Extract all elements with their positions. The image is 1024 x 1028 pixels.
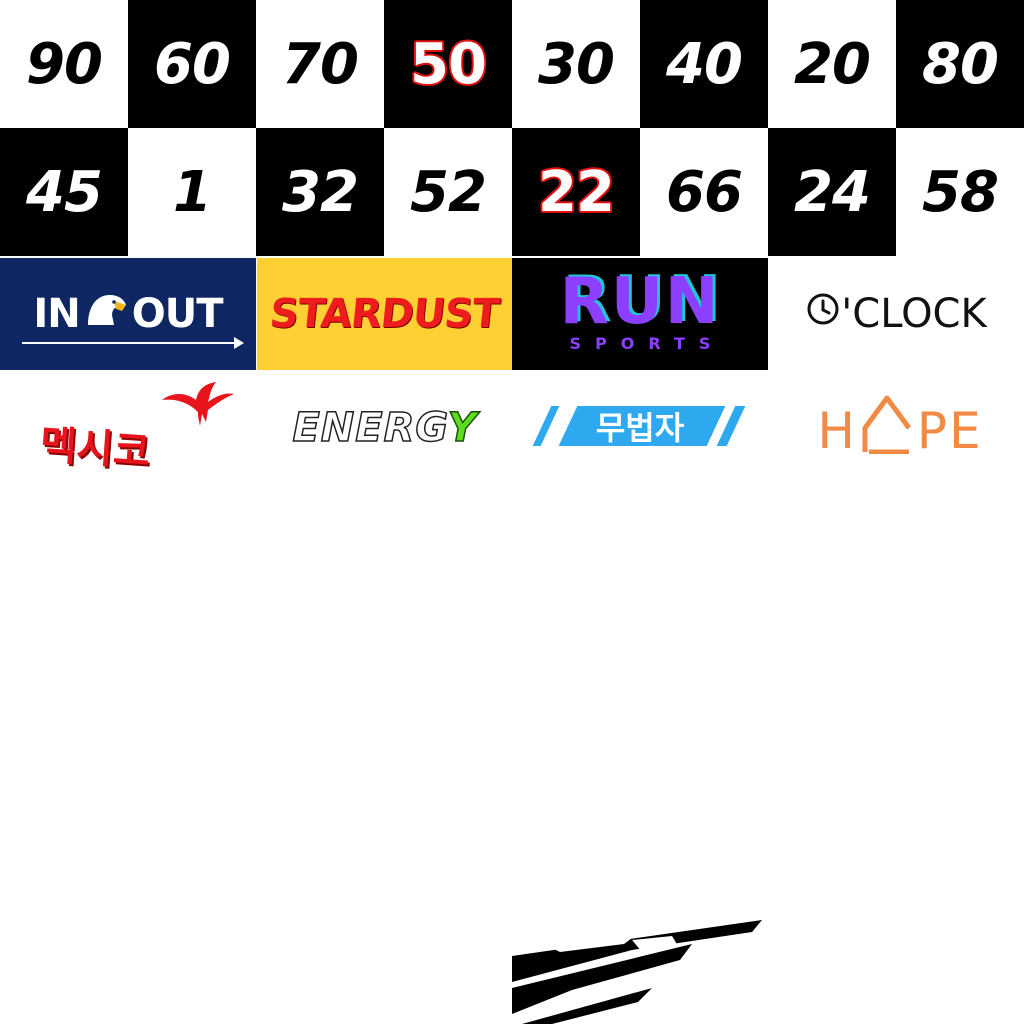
mexico-logo: 멕시코 xyxy=(20,380,240,480)
oclock-logo: 'CLOCK xyxy=(768,258,1024,370)
number-tile: 40 xyxy=(640,0,768,128)
number-tile: 90 xyxy=(0,0,128,128)
arrow-right-icon xyxy=(234,337,244,349)
inout-underline xyxy=(22,342,238,344)
outlaw-left-slash xyxy=(532,406,560,446)
stardust-text: STARDUST xyxy=(267,291,502,337)
outlaw-text: 무법자 xyxy=(595,409,685,447)
mexico-text: 멕시코 xyxy=(38,422,152,476)
inout-left-text: IN xyxy=(33,291,80,337)
stardust-logo: STARDUST xyxy=(257,258,512,370)
number-tile: 20 xyxy=(768,0,896,128)
inout-right-text: OUT xyxy=(131,291,224,337)
number-tile-grid: 90 60 70 50 30 40 20 80 45 1 32 52 22 66 24 58 xyxy=(0,0,1024,256)
hope-logo: H PE xyxy=(800,386,1000,466)
outlaw-logo: 무법자 xyxy=(532,400,746,452)
eagle-head-icon xyxy=(84,289,128,339)
number-tile: 58 xyxy=(896,128,1024,256)
number-tile: 32 xyxy=(256,128,384,256)
hope-pe: PE xyxy=(916,402,983,460)
eagle-icon xyxy=(160,382,236,434)
run-sports-logo: RUN SPORTS xyxy=(512,258,768,370)
number-tile: 60 xyxy=(128,0,256,128)
number-tile: 52 xyxy=(384,128,512,256)
hope-h: H xyxy=(817,402,857,460)
inout-logo: IN OUT xyxy=(0,258,256,370)
number-tile: 70 xyxy=(256,0,384,128)
speed-stripe-graphic xyxy=(512,918,764,1028)
clock-icon xyxy=(805,291,841,337)
house-roof-icon xyxy=(861,392,913,454)
number-tile: 66 xyxy=(640,128,768,256)
number-tile: 22 xyxy=(512,128,640,256)
number-tile: 50 xyxy=(384,0,512,128)
number-tile: 45 xyxy=(0,128,128,256)
sports-text: SPORTS xyxy=(569,333,725,353)
energy-text: ENERG xyxy=(292,404,448,452)
energy-accent-letter: Y xyxy=(447,404,478,452)
number-tile: 24 xyxy=(768,128,896,256)
number-tile: 1 xyxy=(128,128,256,256)
oclock-text: 'CLOCK xyxy=(841,291,987,337)
energy-logo: ENERGY xyxy=(270,398,500,458)
number-tile: 30 xyxy=(512,0,640,128)
number-tile: 80 xyxy=(896,0,1024,128)
run-text: RUN xyxy=(559,264,721,339)
